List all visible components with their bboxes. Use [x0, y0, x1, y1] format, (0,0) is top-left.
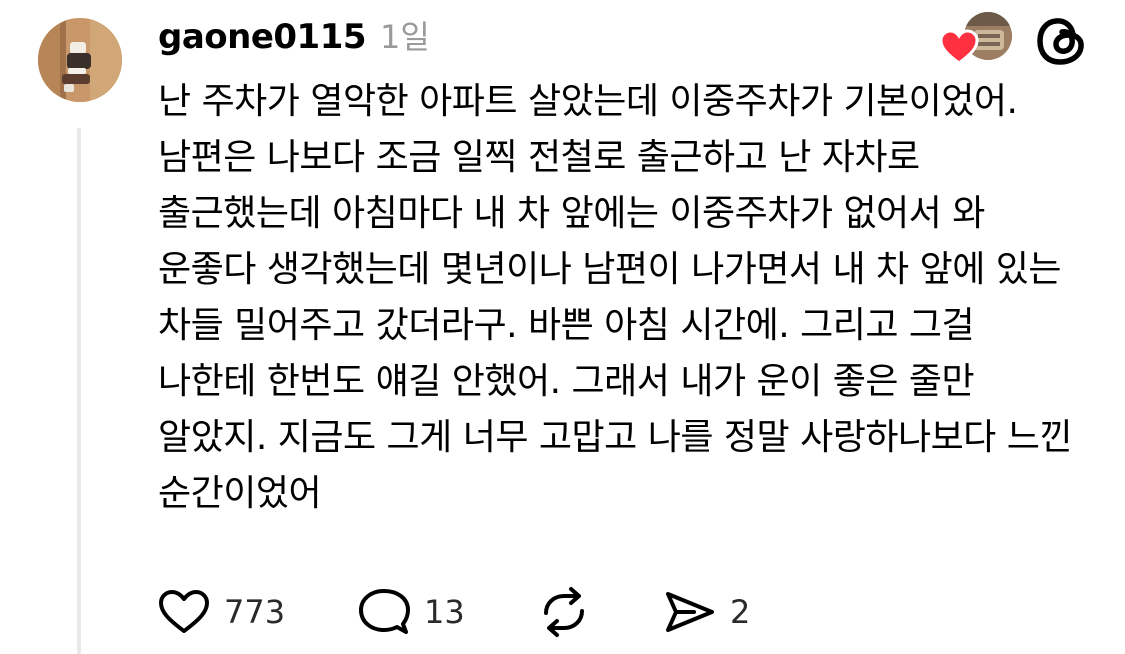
like-count: 773 [224, 593, 286, 631]
thread-connector-line [77, 128, 81, 654]
speech-bubble-icon [359, 589, 410, 634]
post-timestamp: 1일 [380, 18, 430, 56]
share-button[interactable]: 2 [664, 582, 750, 642]
share-count: 2 [730, 593, 751, 631]
username[interactable]: gaone0115 [158, 17, 367, 57]
reply-button[interactable]: 13 [358, 582, 465, 642]
repost-button[interactable] [538, 582, 604, 642]
repost-arrows-icon [544, 587, 584, 637]
avatar-image [38, 18, 122, 102]
author-avatar[interactable] [38, 18, 122, 102]
post-body-text: 난 주차가 열악한 아파트 살았는데 이중주차가 기본이었어. 남편은 나보다 … [158, 81, 1073, 514]
send-paper-plane-icon [666, 592, 714, 632]
like-button[interactable]: 773 [158, 582, 285, 642]
reply-count: 13 [424, 593, 465, 631]
heart-icon [939, 29, 979, 65]
threads-logo-icon[interactable] [1035, 14, 1089, 68]
post-header: gaone0115 1일 [158, 12, 430, 58]
post-action-bar: 773 13 2 [158, 582, 798, 642]
heart-outline-icon [159, 590, 209, 633]
